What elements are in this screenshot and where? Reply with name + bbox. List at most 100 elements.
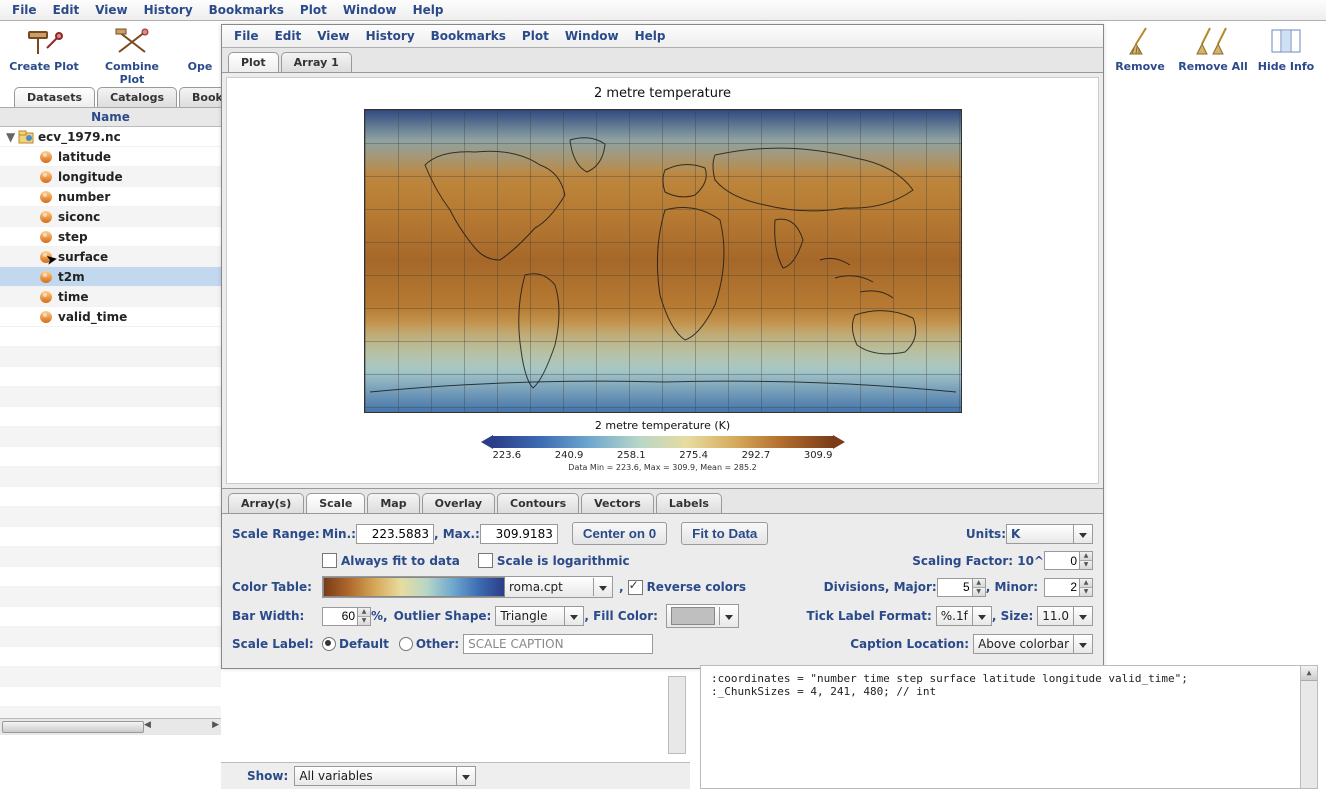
spin-down-icon[interactable]: ▼: [1080, 561, 1092, 569]
always-fit-checkbox[interactable]: [322, 553, 337, 568]
chevron-down-icon: [1073, 635, 1092, 653]
cfg-tab-vectors[interactable]: Vectors: [581, 493, 654, 513]
bar-width-suffix: %,: [371, 609, 388, 623]
scale-label-other-radio[interactable]: [399, 637, 413, 651]
units-dropdown[interactable]: K: [1006, 524, 1093, 544]
mouse-cursor-icon: ➤: [45, 251, 59, 269]
logarithmic-checkbox[interactable]: [478, 553, 493, 568]
min-input[interactable]: [356, 524, 434, 544]
spin-up-icon[interactable]: ▲: [358, 608, 370, 617]
tick-size-dropdown[interactable]: 11.0: [1037, 606, 1093, 626]
divisions-minor-spinner[interactable]: ▲▼: [1044, 578, 1093, 597]
vertical-scrollbar[interactable]: ▲: [1300, 666, 1317, 788]
menu-help[interactable]: Help: [405, 1, 452, 19]
tab-plot[interactable]: Plot: [228, 52, 279, 72]
remove-label: Remove: [1110, 60, 1170, 73]
tree-file-row[interactable]: ▼ ecv_1979.nc: [0, 127, 221, 147]
config-tabs: Array(s)ScaleMapOverlayContoursVectorsLa…: [222, 488, 1103, 514]
scroll-right-icon[interactable]: ▶: [212, 720, 219, 730]
combine-plot-button[interactable]: Combine Plot: [92, 24, 172, 86]
cfg-tab-map[interactable]: Map: [367, 493, 419, 513]
color-table-dropdown[interactable]: roma.cpt: [322, 576, 613, 598]
scale-label-other-input[interactable]: [463, 634, 653, 654]
caption-location-dropdown[interactable]: Above colorbar: [973, 634, 1093, 654]
cfg-tab-contours[interactable]: Contours: [497, 493, 579, 513]
collapse-icon[interactable]: ▼: [6, 130, 18, 144]
bar-width-spinner[interactable]: ▲▼: [322, 607, 371, 626]
remove-all-button[interactable]: Remove All: [1178, 24, 1248, 73]
menu-bookmarks[interactable]: Bookmarks: [201, 1, 292, 19]
scrollbar-thumb[interactable]: [2, 721, 144, 733]
spin-down-icon[interactable]: ▼: [973, 588, 985, 596]
divisions-minor-label: , Minor:: [986, 580, 1038, 594]
tab-array1[interactable]: Array 1: [281, 52, 352, 72]
tab-catalogs[interactable]: Catalogs: [97, 87, 177, 107]
inner-menu-bookmarks[interactable]: Bookmarks: [423, 27, 514, 45]
inner-menu-plot[interactable]: Plot: [514, 27, 557, 45]
menu-history[interactable]: History: [136, 1, 201, 19]
scroll-left-icon[interactable]: ◀: [144, 720, 151, 730]
plot-canvas[interactable]: 2 metre temperature: [226, 77, 1099, 484]
inner-menu-window[interactable]: Window: [557, 27, 627, 45]
fill-color-dropdown[interactable]: [666, 604, 739, 628]
inner-menu-history[interactable]: History: [358, 27, 423, 45]
cfg-tab-labels[interactable]: Labels: [656, 493, 722, 513]
menu-view[interactable]: View: [87, 1, 135, 19]
cfg-tab-arrays[interactable]: Array(s): [228, 493, 304, 513]
center-vertical-scrollbar[interactable]: [668, 676, 686, 754]
spin-up-icon[interactable]: ▲: [1080, 579, 1092, 588]
scaling-factor-spinner[interactable]: ▲▼: [1044, 551, 1093, 570]
inner-menu-view[interactable]: View: [309, 27, 357, 45]
max-input[interactable]: [480, 524, 558, 544]
cfg-tab-scale[interactable]: Scale: [306, 493, 365, 513]
show-dropdown[interactable]: All variables: [294, 766, 476, 786]
create-plot-button[interactable]: Create Plot: [4, 24, 84, 73]
tree-empty-row: [0, 487, 221, 507]
cfg-tab-overlay[interactable]: Overlay: [422, 493, 495, 513]
tree-var-time[interactable]: time: [0, 287, 221, 307]
reverse-colors-checkbox[interactable]: [628, 580, 643, 595]
tree-var-valid_time[interactable]: valid_time: [0, 307, 221, 327]
scaling-factor-input[interactable]: [1045, 552, 1079, 569]
spin-down-icon[interactable]: ▼: [1080, 588, 1092, 596]
tree-var-t2m[interactable]: t2m: [0, 267, 221, 287]
center-on-zero-button[interactable]: Center on 0: [572, 522, 667, 545]
hide-info-button[interactable]: Hide Info: [1256, 24, 1316, 73]
variable-label: t2m: [58, 270, 85, 284]
divisions-minor-input[interactable]: [1045, 579, 1079, 596]
divisions-major-input[interactable]: [938, 579, 972, 596]
remove-button[interactable]: Remove: [1110, 24, 1170, 73]
menu-file[interactable]: File: [4, 1, 45, 19]
inner-menu-help[interactable]: Help: [627, 27, 674, 45]
bar-width-input[interactable]: [323, 608, 357, 625]
spin-up-icon[interactable]: ▲: [1080, 552, 1092, 561]
inner-menu-edit[interactable]: Edit: [267, 27, 310, 45]
tree-var-step[interactable]: step: [0, 227, 221, 247]
variable-tree[interactable]: ▼ ecv_1979.nc latitudelongitudenumbersic…: [0, 127, 221, 720]
scroll-up-icon[interactable]: ▲: [1301, 666, 1317, 681]
menu-plot[interactable]: Plot: [292, 1, 335, 19]
metadata-panel[interactable]: :coordinates = "number time step surface…: [700, 665, 1318, 789]
tree-header-name[interactable]: Name: [0, 108, 221, 127]
spin-up-icon[interactable]: ▲: [973, 579, 985, 588]
tree-var-surface[interactable]: surface: [0, 247, 221, 267]
outlier-shape-dropdown[interactable]: Triangle: [495, 606, 584, 626]
tab-datasets[interactable]: Datasets: [14, 87, 95, 107]
spin-down-icon[interactable]: ▼: [358, 617, 370, 625]
horizontal-scrollbar[interactable]: ▶ ◀: [0, 718, 221, 735]
tick-format-dropdown[interactable]: %.1f: [936, 606, 992, 626]
divisions-major-spinner[interactable]: ▲▼: [937, 578, 986, 597]
menu-edit[interactable]: Edit: [45, 1, 88, 19]
inner-menu-file[interactable]: File: [226, 27, 267, 45]
tree-var-latitude[interactable]: latitude: [0, 147, 221, 167]
fit-to-data-button[interactable]: Fit to Data: [681, 522, 768, 545]
open-button-cut[interactable]: Ope: [180, 24, 220, 73]
menu-window[interactable]: Window: [335, 1, 405, 19]
variable-label: valid_time: [58, 310, 127, 324]
scale-label-default-radio[interactable]: [322, 637, 336, 651]
tree-var-longitude[interactable]: longitude: [0, 167, 221, 187]
scale-range-label: Scale Range:: [232, 527, 322, 541]
left-outlier-triangle-icon: [481, 435, 493, 449]
tree-var-siconc[interactable]: siconc: [0, 207, 221, 227]
tree-var-number[interactable]: number: [0, 187, 221, 207]
